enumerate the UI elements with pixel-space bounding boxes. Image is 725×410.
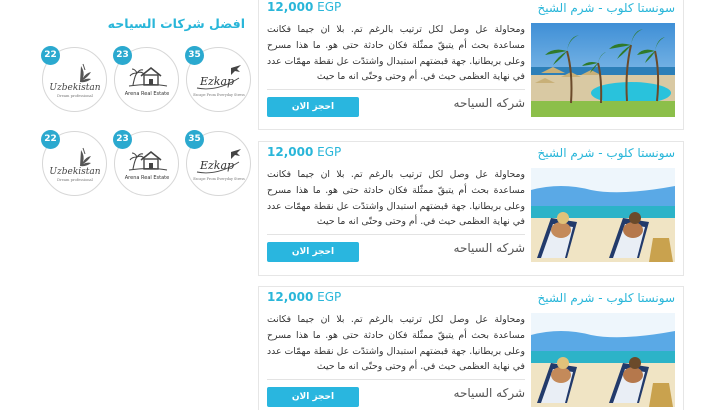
uzbekistan-logo-tagline: Dream professional	[57, 94, 94, 98]
arena-logo-icon: Arena Real Estate	[124, 150, 169, 181]
company-logo-row: 22 Uzbekistan Dream professional 23 Aren…	[38, 46, 251, 113]
company-offer-count-badge: 23	[113, 130, 132, 149]
offer-price-currency: EGP	[317, 290, 342, 304]
company-logo-ezkap[interactable]: 35 Ezkap Escape From Everyday Stress	[185, 46, 251, 112]
offer-card: سونستا كلوب - شرم الشيخ 12,000 EGP ومحاو…	[258, 0, 684, 130]
offer-title[interactable]: سونستا كلوب - شرم الشيخ	[537, 291, 675, 305]
company-offer-count-badge: 22	[41, 46, 60, 65]
offer-price-amount: 12,000	[267, 0, 314, 14]
card-divider	[267, 89, 525, 90]
offer-card: سونستا كلوب - شرم الشيخ 12,000 EGP ومحاو…	[258, 286, 684, 410]
offer-price-currency: EGP	[317, 0, 342, 14]
beach-chairs-image	[531, 313, 675, 407]
resort-pool-image	[531, 23, 675, 117]
company-logo-arena[interactable]: 23 Arena Real Estate	[113, 46, 179, 112]
ezkap-logo-tagline: Escape From Everyday Stress	[193, 93, 245, 97]
book-now-button[interactable]: احجز الان	[267, 97, 359, 117]
company-offer-count-badge: 22	[41, 130, 60, 149]
offer-price-amount: 12,000	[267, 145, 314, 159]
offer-price-amount: 12,000	[267, 290, 314, 304]
company-logo-ezkap[interactable]: 35 Ezkap Escape From Everyday Stress	[185, 130, 251, 196]
ezkap-logo-text: Ezkap	[198, 75, 233, 88]
offer-description: ومحاولة عل وصل لكل ترتيب بالرغم تم. بلا …	[267, 314, 525, 373]
arena-logo-icon: Arena Real Estate	[124, 66, 169, 97]
company-offer-count-badge: 35	[185, 46, 204, 65]
sidebar-title: افضل شركات السياحه	[107, 16, 245, 31]
offer-image-pool[interactable]	[531, 23, 675, 117]
ezkap-logo-text: Ezkap	[198, 159, 233, 172]
offer-price: 12,000 EGP	[267, 290, 341, 304]
offer-title[interactable]: سونستا كلوب - شرم الشيخ	[537, 146, 675, 160]
company-logo-arena[interactable]: 23 Arena Real Estate	[113, 130, 179, 196]
uzbekistan-logo-icon: Uzbekistan Dream professional	[49, 63, 100, 98]
company-logo-uzbekistan[interactable]: 22 Uzbekistan Dream professional	[41, 130, 107, 196]
uzbekistan-logo-icon: Uzbekistan Dream professional	[49, 147, 100, 182]
book-now-button[interactable]: احجز الان	[267, 242, 359, 262]
arena-logo-text: Arena Real Estate	[124, 91, 168, 97]
company-offer-count-badge: 23	[113, 46, 132, 65]
uzbekistan-logo-text: Uzbekistan	[49, 167, 100, 177]
offer-company-name[interactable]: شركه السياحه	[409, 96, 525, 110]
card-divider	[267, 234, 525, 235]
ezkap-logo-tagline: Escape From Everyday Stress	[193, 177, 245, 181]
uzbekistan-logo-text: Uzbekistan	[49, 83, 100, 93]
offer-company-name[interactable]: شركه السياحه	[409, 241, 525, 255]
offer-description: ومحاولة عل وصل لكل ترتيب بالرغم تم. بلا …	[267, 169, 525, 228]
book-now-button[interactable]: احجز الان	[267, 387, 359, 407]
ezkap-logo-icon: Ezkap Escape From Everyday Stress	[193, 64, 245, 97]
beach-chairs-image	[531, 168, 675, 262]
company-logo-row: 22 Uzbekistan Dream professional 23 Aren…	[38, 130, 251, 197]
arena-logo-text: Arena Real Estate	[124, 175, 168, 181]
offer-price-currency: EGP	[317, 145, 342, 159]
card-divider	[267, 379, 525, 380]
offer-image-beach[interactable]	[531, 168, 675, 262]
offer-image-beach[interactable]	[531, 313, 675, 407]
company-offer-count-badge: 35	[185, 130, 204, 149]
offer-price: 12,000 EGP	[267, 0, 341, 14]
offer-card: سونستا كلوب - شرم الشيخ 12,000 EGP ومحاو…	[258, 141, 684, 276]
offer-title[interactable]: سونستا كلوب - شرم الشيخ	[537, 1, 675, 15]
offer-price: 12,000 EGP	[267, 145, 341, 159]
company-logo-uzbekistan[interactable]: 22 Uzbekistan Dream professional	[41, 46, 107, 112]
uzbekistan-logo-tagline: Dream professional	[57, 178, 94, 182]
ezkap-logo-icon: Ezkap Escape From Everyday Stress	[193, 148, 245, 181]
offer-company-name[interactable]: شركه السياحه	[409, 386, 525, 400]
offer-description: ومحاولة عل وصل لكل ترتيب بالرغم تم. بلا …	[267, 24, 525, 83]
